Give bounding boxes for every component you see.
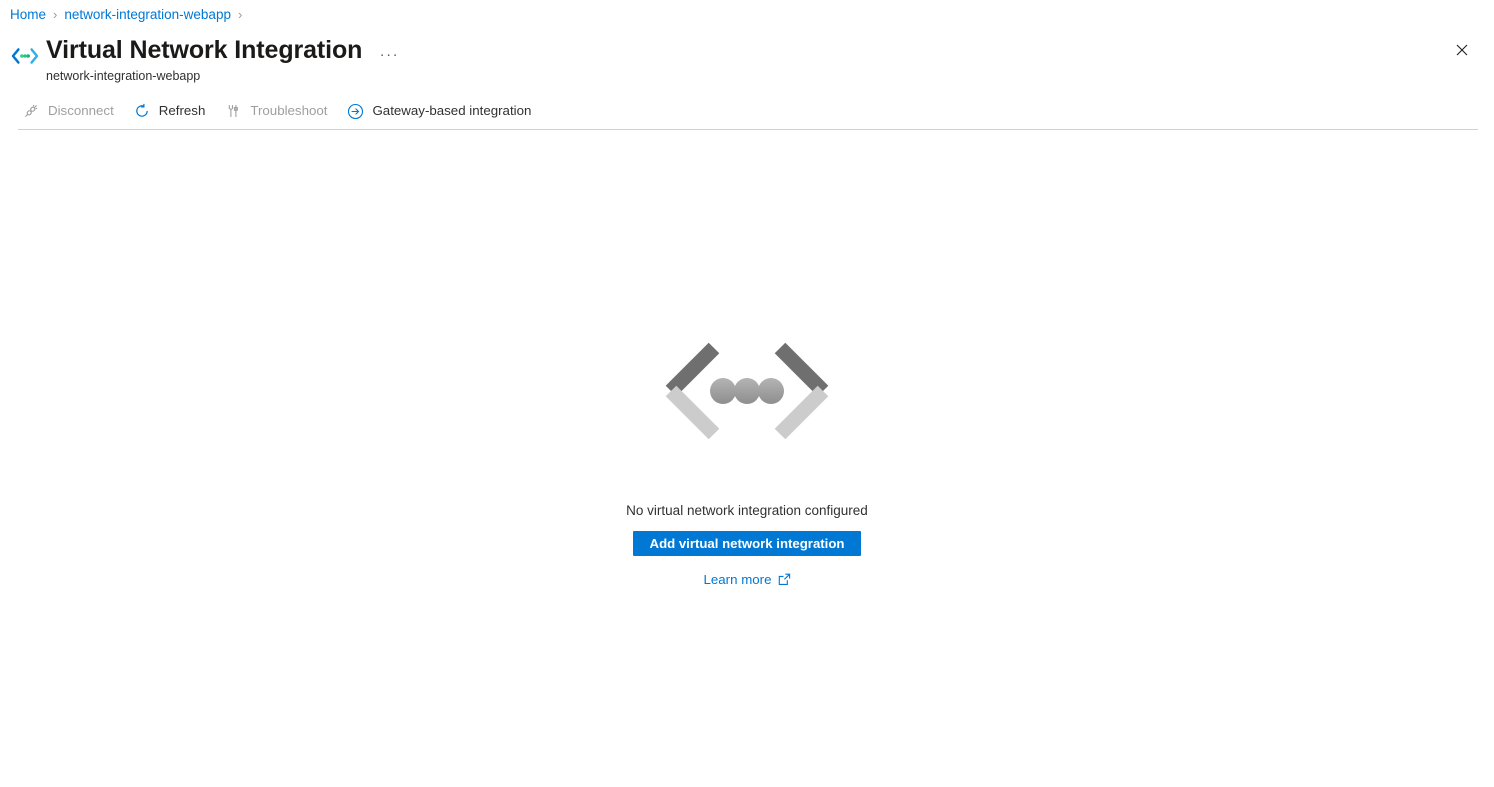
troubleshoot-label: Troubleshoot xyxy=(250,103,328,118)
disconnect-button[interactable]: Disconnect xyxy=(18,96,123,126)
more-options-button[interactable]: ··· xyxy=(378,45,400,65)
refresh-label: Refresh xyxy=(158,103,206,118)
refresh-button[interactable]: Refresh xyxy=(129,96,215,126)
close-icon xyxy=(1456,44,1468,56)
add-virtual-network-integration-button[interactable]: Add virtual network integration xyxy=(632,531,862,556)
virtual-network-integration-icon xyxy=(10,41,40,71)
empty-state-message: No virtual network integration configure… xyxy=(626,503,868,518)
external-link-icon xyxy=(778,573,791,586)
page-subtitle: network-integration-webapp xyxy=(46,69,201,83)
breadcrumb-item-home[interactable]: Home xyxy=(10,7,46,22)
breadcrumb-separator-icon: › xyxy=(237,6,243,22)
command-bar: Disconnect Refresh Troubleshoot Gateway-… xyxy=(0,93,1494,129)
breadcrumb-item-webapp[interactable]: network-integration-webapp xyxy=(64,7,231,22)
learn-more-link[interactable]: Learn more xyxy=(704,572,791,587)
code-brackets-dots-graphic xyxy=(657,335,837,459)
page-title: Virtual Network Integration xyxy=(46,36,363,64)
learn-more-label: Learn more xyxy=(703,572,772,587)
empty-state: No virtual network integration configure… xyxy=(0,335,1494,587)
troubleshoot-icon xyxy=(222,102,244,120)
title-block: Virtual Network Integration ··· network-… xyxy=(46,35,400,84)
main-content: No virtual network integration configure… xyxy=(0,130,1494,787)
gateway-based-integration-label: Gateway-based integration xyxy=(372,103,532,118)
disconnect-icon xyxy=(20,102,42,120)
breadcrumb: Home › network-integration-webapp › xyxy=(0,0,1494,28)
refresh-icon xyxy=(131,102,153,120)
gateway-based-integration-button[interactable]: Gateway-based integration xyxy=(342,96,540,126)
disconnect-label: Disconnect xyxy=(48,103,114,118)
close-button[interactable] xyxy=(1451,39,1473,61)
arrow-circle-right-icon xyxy=(344,102,366,120)
troubleshoot-button[interactable]: Troubleshoot xyxy=(220,96,336,126)
page-header: Virtual Network Integration ··· network-… xyxy=(0,28,1494,84)
breadcrumb-separator-icon: › xyxy=(53,6,58,22)
